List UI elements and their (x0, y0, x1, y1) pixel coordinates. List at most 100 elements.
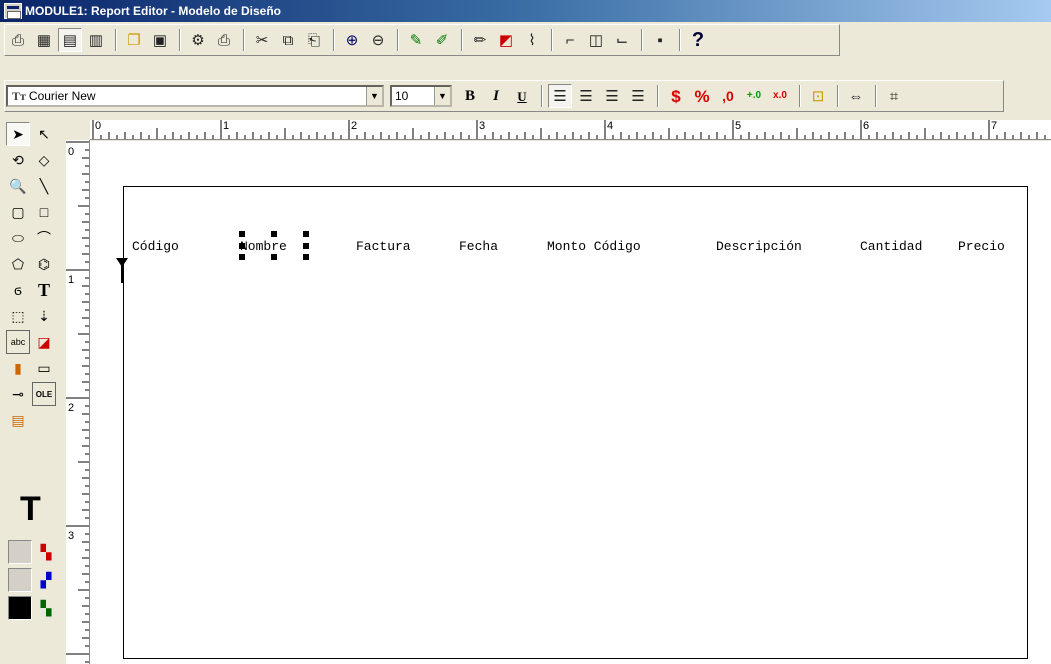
font-size-value: 10 (395, 89, 409, 103)
field-descripcion[interactable]: Descripción (716, 239, 802, 254)
report-frame[interactable] (123, 186, 1028, 659)
selection-handle[interactable] (239, 254, 245, 260)
lock-icon[interactable]: ⊡ (806, 84, 830, 108)
line-color-swatch[interactable] (8, 568, 32, 592)
toolbar-separator (333, 29, 335, 51)
align-center-icon[interactable]: ☰ (574, 84, 598, 108)
open-icon[interactable]: ❐ (122, 28, 146, 52)
arc-icon[interactable]: ⌒ (32, 226, 56, 250)
header-section-icon[interactable]: ⌐ (558, 28, 582, 52)
frame-icon[interactable]: ⬚ (6, 304, 30, 328)
fill-color-icon[interactable]: ▚ (34, 540, 58, 564)
selection-handle[interactable] (271, 254, 277, 260)
frame-select-icon[interactable]: ↖ (32, 122, 56, 146)
field-nombre[interactable]: Nombre (240, 239, 287, 254)
align-left-icon[interactable]: ☰ (548, 84, 572, 108)
confine-icon[interactable]: ▪ (648, 28, 672, 52)
percent-button[interactable]: % (690, 84, 714, 108)
italic-button[interactable]: I (484, 84, 508, 108)
field-cantidad[interactable]: Cantidad (860, 239, 922, 254)
polygon-icon[interactable]: ⬠ (6, 252, 30, 276)
font-name-select[interactable]: Tт Courier New ▼ (6, 85, 384, 107)
zoom-out-icon[interactable]: ⊖ (366, 28, 390, 52)
rounded-rectangle-icon[interactable]: ▢ (6, 200, 30, 224)
layout-canvas[interactable]: Código Nombre Factura Fecha Monto Código… (90, 141, 1051, 664)
chevron-down-icon[interactable]: ▼ (434, 87, 450, 105)
text-color-swatch[interactable] (8, 596, 32, 620)
report-editor-window: MODULE1: Report Editor - Modelo de Diseñ… (0, 0, 1051, 664)
underline-button[interactable]: U (510, 84, 534, 108)
title-bar[interactable]: MODULE1: Report Editor - Modelo de Diseñ… (0, 0, 1051, 22)
repeating-frame-icon[interactable]: ⇣ (32, 304, 56, 328)
polyline-icon[interactable]: ⌬ (32, 252, 56, 276)
cut-icon[interactable]: ✂ (250, 28, 274, 52)
bold-button[interactable]: B (458, 84, 482, 108)
run-icon[interactable]: ⚙ (186, 28, 210, 52)
field-icon[interactable]: abc (6, 330, 30, 354)
chart-icon[interactable]: ▮ (6, 356, 30, 380)
trailer-section-icon[interactable]: ⌙ (610, 28, 634, 52)
selection-handle[interactable] (303, 231, 309, 237)
justify-icon[interactable]: ☰ (626, 84, 650, 108)
currency-button[interactable]: $ (664, 84, 688, 108)
ellipse-icon[interactable]: ⬭ (6, 226, 30, 250)
chart-wizard-icon[interactable]: ◩ (494, 28, 518, 52)
selection-handle[interactable] (303, 254, 309, 260)
add-decimal-button[interactable]: +.0 (742, 84, 766, 108)
button-icon[interactable]: ▭ (32, 356, 56, 380)
selection-handle[interactable] (271, 231, 277, 237)
text-tool-icon[interactable]: T (32, 278, 56, 302)
chevron-down-icon[interactable]: ▼ (366, 87, 382, 105)
toolbar-separator (243, 29, 245, 51)
ruler-label: 5 (735, 120, 742, 132)
text-color-icon[interactable]: ▚ (34, 596, 58, 620)
fill-color-swatch[interactable] (8, 540, 32, 564)
zoom-in-icon[interactable]: ⊕ (340, 28, 364, 52)
copy-icon[interactable]: ⧉ (276, 28, 300, 52)
remove-decimal-button[interactable]: x.0 (768, 84, 792, 108)
selection-handle[interactable] (239, 243, 245, 249)
line-icon[interactable]: ╲ (32, 174, 56, 198)
toolbar-separator (679, 29, 681, 51)
reshape-icon[interactable]: ◇ (32, 148, 56, 172)
grid-icon[interactable]: ⌗ (882, 84, 906, 108)
selection-handle[interactable] (239, 231, 245, 237)
field-factura[interactable]: Factura (356, 239, 411, 254)
paste-icon[interactable]: ⎗ (302, 28, 326, 52)
data-wizard-icon[interactable]: ✐ (430, 28, 454, 52)
help-icon[interactable]: ? (686, 28, 710, 52)
report-wizard-icon[interactable]: ✎ (404, 28, 428, 52)
print-icon[interactable]: ⎙ (212, 28, 236, 52)
image-icon[interactable]: ◪ (32, 330, 56, 354)
commas-button[interactable]: ,0 (716, 84, 740, 108)
ole-icon[interactable]: OLE (32, 382, 56, 406)
anchor-icon[interactable]: ⊸ (6, 382, 30, 406)
link-file-icon[interactable]: ▤ (6, 408, 30, 432)
field-fecha[interactable]: Fecha (459, 239, 498, 254)
ruler-label: 4 (607, 120, 614, 132)
main-section-icon[interactable]: ◫ (584, 28, 608, 52)
field-codigo[interactable]: Código (132, 239, 179, 254)
selection-handle[interactable] (303, 243, 309, 249)
rectangle-icon[interactable]: □ (32, 200, 56, 224)
window-title: MODULE1: Report Editor - Modelo de Diseñ… (25, 4, 282, 18)
edit-icon[interactable]: ✏ (468, 28, 492, 52)
field-monto-codigo[interactable]: Monto Código (547, 239, 641, 254)
freehand-icon[interactable]: ϭ (6, 278, 30, 302)
magnify-icon[interactable]: 🔍 (6, 174, 30, 198)
data-model-icon[interactable]: ▦ (32, 28, 56, 52)
run-report-icon[interactable]: ⎙ (6, 28, 30, 52)
font-size-select[interactable]: 10 ▼ (390, 85, 452, 107)
rotate-icon[interactable]: ⟲ (6, 148, 30, 172)
ruler-label: 6 (863, 120, 870, 132)
parameter-form-icon[interactable]: ▥ (84, 28, 108, 52)
move-icon[interactable]: ⇔ (844, 84, 868, 108)
save-icon[interactable]: ▣ (148, 28, 172, 52)
field-precio[interactable]: Precio (958, 239, 1005, 254)
toolbar-separator (179, 29, 181, 51)
line-color-icon[interactable]: ▞ (34, 568, 58, 592)
web-wizard-icon[interactable]: ⌇ (520, 28, 544, 52)
layout-model-icon[interactable]: ▤ (58, 28, 82, 52)
select-arrow-icon[interactable]: ➤ (6, 122, 30, 146)
align-right-icon[interactable]: ☰ (600, 84, 624, 108)
